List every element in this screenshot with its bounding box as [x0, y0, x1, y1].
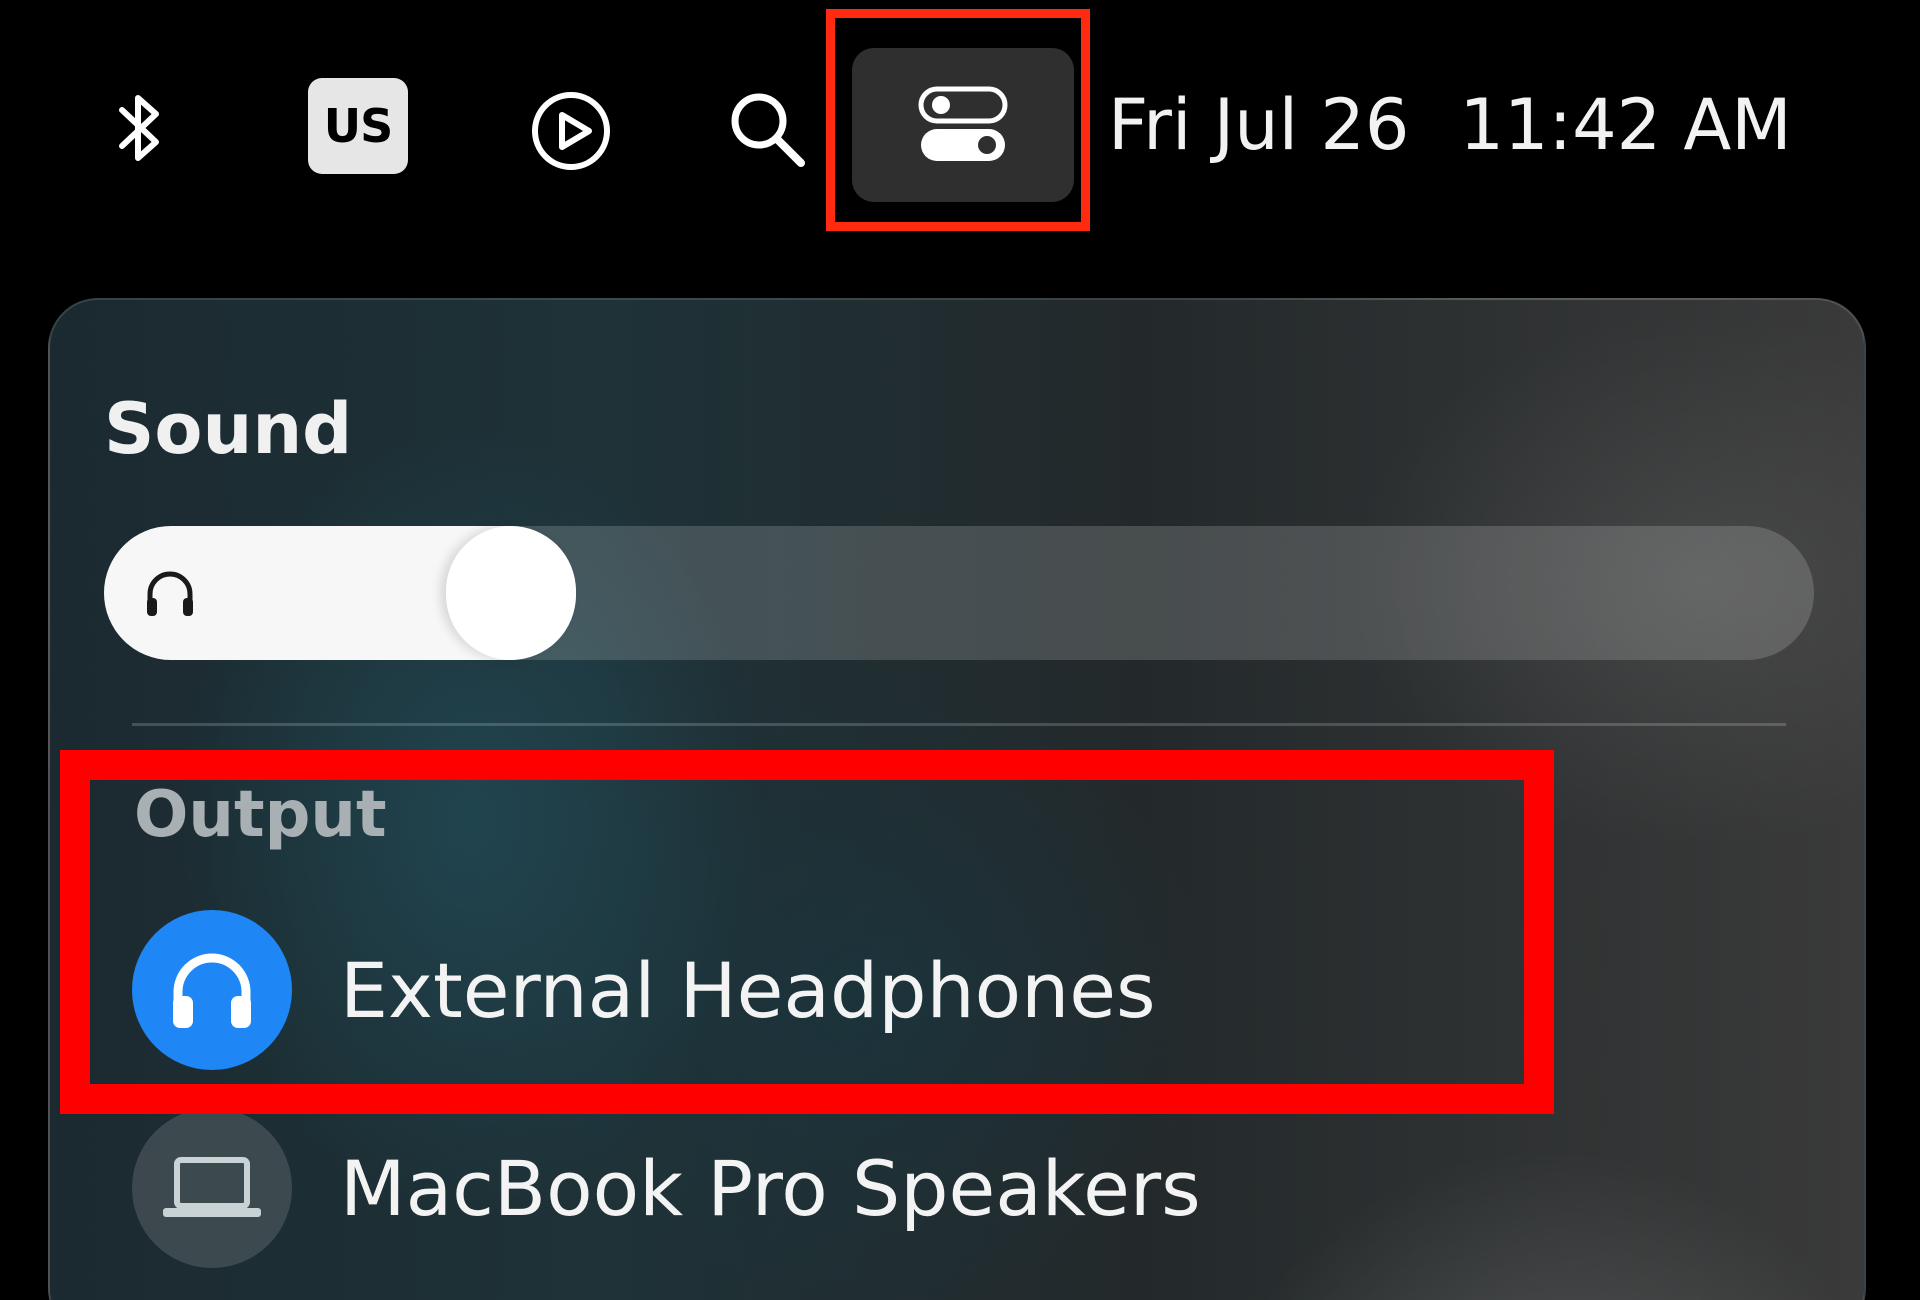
clock-date: Fri Jul 26: [1108, 84, 1410, 166]
output-device-external-headphones[interactable]: External Headphones: [132, 910, 1156, 1070]
control-center-toggles-icon: [918, 86, 1008, 161]
divider: [132, 723, 1786, 726]
menu-bar-clock[interactable]: Fri Jul 26 11:42 AM: [1108, 80, 1792, 170]
output-device-macbook-pro-speakers[interactable]: MacBook Pro Speakers: [132, 1108, 1201, 1268]
input-source-label: US: [323, 99, 393, 153]
volume-slider-knob[interactable]: [446, 526, 576, 660]
laptop-icon: [132, 1108, 292, 1268]
search-icon[interactable]: [722, 84, 812, 174]
input-source-button[interactable]: US: [308, 78, 408, 174]
device-label: MacBook Pro Speakers: [340, 1143, 1201, 1233]
headphones-icon: [142, 568, 198, 620]
output-section-label: Output: [134, 778, 387, 852]
headphones-icon: [132, 910, 292, 1070]
screen: US Fri Jul 26 11:42 AM Sound Output Exte…: [0, 0, 1920, 1300]
now-playing-icon[interactable]: [526, 86, 616, 176]
clock-time: 11:42 AM: [1459, 84, 1792, 166]
menu-bar: US Fri Jul 26 11:42 AM: [0, 0, 1920, 250]
bluetooth-icon[interactable]: [105, 86, 175, 170]
volume-slider[interactable]: [104, 526, 1814, 660]
device-label: External Headphones: [340, 945, 1156, 1035]
sound-panel: Sound Output External Headphones MacBook…: [48, 298, 1866, 1300]
panel-title: Sound: [104, 388, 353, 470]
control-center-button[interactable]: [852, 48, 1074, 202]
